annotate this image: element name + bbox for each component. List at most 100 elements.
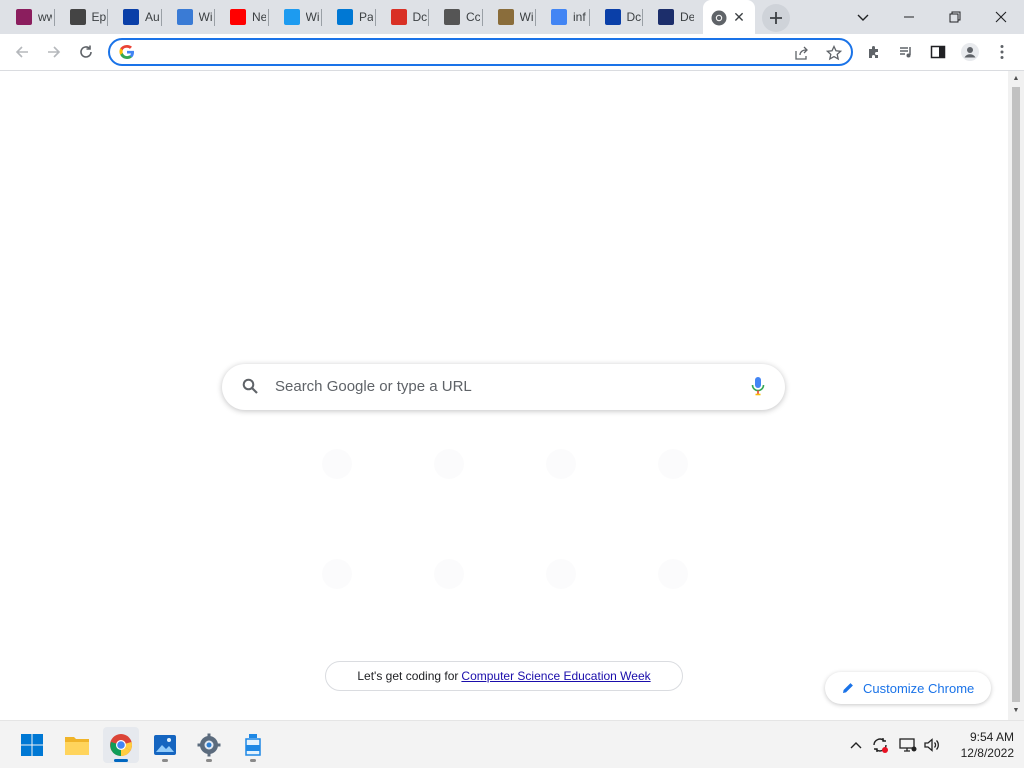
profile-avatar-icon[interactable] <box>956 38 984 66</box>
promo-banner: Let's get coding for Computer Science Ed… <box>325 661 683 691</box>
promo-link[interactable]: Computer Science Education Week <box>461 669 650 683</box>
tab-title: Dc <box>412 10 427 24</box>
forward-button[interactable] <box>40 38 68 66</box>
chrome-icon <box>110 734 132 756</box>
tab-1[interactable]: Ep <box>54 0 108 34</box>
chrome-menu-icon[interactable] <box>988 38 1016 66</box>
new-tab-page: Search Google or type a URL Let's get co… <box>0 71 1008 720</box>
settings-icon <box>197 733 221 757</box>
tab-separator <box>481 9 483 26</box>
tab-search-chevron-icon[interactable] <box>840 0 886 34</box>
running-indicator <box>114 759 128 762</box>
show-hidden-icons-chevron-icon[interactable] <box>846 733 866 757</box>
network-icon[interactable] <box>898 733 918 757</box>
s-logo-icon <box>123 9 139 25</box>
extensions-puzzle-icon[interactable] <box>860 38 888 66</box>
tab-separator <box>214 9 215 26</box>
tab-title: De <box>680 10 694 24</box>
running-indicator <box>250 759 256 762</box>
media-control-icon[interactable] <box>892 38 920 66</box>
tab-title: Wi <box>305 10 320 24</box>
running-indicator <box>206 759 212 762</box>
customize-chrome-button[interactable]: Customize Chrome <box>825 672 991 704</box>
tab-5[interactable]: Wi <box>268 0 322 34</box>
tab-6[interactable]: Pa <box>321 0 375 34</box>
tab-4[interactable]: Ne <box>214 0 268 34</box>
tab-separator <box>160 9 162 26</box>
shortcut-tile[interactable] <box>546 559 576 589</box>
tab-8[interactable]: Cc <box>428 0 482 34</box>
figure-icon <box>497 9 514 25</box>
reload-button[interactable] <box>72 38 100 66</box>
promo-text: Let's get coding for <box>357 669 459 683</box>
taskbar-app[interactable] <box>235 727 271 763</box>
twitter-icon <box>283 9 300 25</box>
new-tab-button[interactable] <box>762 4 790 32</box>
scrollbar-thumb[interactable] <box>1012 87 1020 702</box>
shortcut-tile[interactable] <box>434 449 464 479</box>
taskbar-photos[interactable] <box>147 727 183 763</box>
tab-title: Wi <box>519 10 534 24</box>
tab-separator <box>107 9 108 26</box>
google-icon <box>119 44 135 65</box>
taskbar-file-explorer[interactable] <box>59 727 95 763</box>
google-icon <box>551 9 567 25</box>
shortcut-tile[interactable] <box>546 449 576 479</box>
tab-new-tab-active[interactable]: ✕ <box>703 0 755 35</box>
ntp-search-box[interactable]: Search Google or type a URL <box>222 364 785 410</box>
controller-icon <box>444 9 460 25</box>
bookmark-star-icon[interactable] <box>824 43 844 63</box>
back-button[interactable] <box>8 38 36 66</box>
shortcut-tile[interactable] <box>322 449 352 479</box>
tab-9[interactable]: Wi <box>482 0 536 34</box>
minimize-button[interactable] <box>886 0 932 34</box>
close-tab-icon[interactable]: ✕ <box>731 9 747 25</box>
system-clock[interactable]: 9:54 AM 12/8/2022 <box>948 729 1014 761</box>
taskbar-settings[interactable] <box>191 727 227 763</box>
tab-11[interactable]: Dc <box>589 0 643 34</box>
photos-icon <box>154 735 176 755</box>
shortcut-tile[interactable] <box>322 559 352 589</box>
windows-icon <box>337 9 353 25</box>
tab-title: Dc <box>626 10 641 24</box>
customize-chrome-label: Customize Chrome <box>863 680 975 696</box>
taskbar-chrome[interactable] <box>103 727 139 763</box>
tab-title: Cc <box>466 10 480 24</box>
close-window-button[interactable] <box>978 0 1024 34</box>
sync-alert-icon[interactable] <box>870 733 890 757</box>
vertical-scrollbar[interactable]: ▲ ▼ <box>1008 71 1024 720</box>
tab-3[interactable]: Wi <box>161 0 215 34</box>
tab-separator <box>321 9 322 26</box>
file-explorer-icon <box>65 737 89 755</box>
volume-icon[interactable] <box>922 733 942 757</box>
side-panel-icon[interactable] <box>924 38 952 66</box>
tab-separator <box>267 9 269 26</box>
address-input[interactable] <box>144 42 774 62</box>
search-placeholder: Search Google or type a URL <box>275 378 472 395</box>
clock-date: 12/8/2022 <box>960 746 1014 760</box>
search-icon <box>242 378 259 400</box>
scroll-up-arrow-icon[interactable]: ▲ <box>1012 75 1020 83</box>
tab-separator <box>588 9 590 26</box>
share-icon[interactable] <box>792 43 812 63</box>
restore-button[interactable] <box>932 0 978 34</box>
shortcut-tile[interactable] <box>434 559 464 589</box>
start-icon <box>21 734 43 756</box>
tab-2[interactable]: Au <box>107 0 161 34</box>
epic-icon <box>69 9 86 25</box>
start-button[interactable] <box>14 727 50 763</box>
shortcut-tile[interactable] <box>658 449 688 479</box>
voice-search-mic-icon[interactable] <box>751 376 765 401</box>
tab-separator <box>535 9 536 26</box>
browser-toolbar <box>0 34 1024 71</box>
tab-10[interactable]: inf <box>535 0 589 34</box>
shortcut-tile[interactable] <box>658 559 688 589</box>
app-icon <box>245 734 261 756</box>
tab-0[interactable]: ww <box>0 0 54 34</box>
omnibox[interactable] <box>108 38 853 66</box>
wordwall-icon <box>16 9 32 25</box>
tab-title: Au <box>145 10 159 24</box>
tab-7[interactable]: Dc <box>375 0 429 34</box>
tab-12[interactable]: De <box>642 0 696 34</box>
scroll-down-arrow-icon[interactable]: ▼ <box>1012 707 1020 715</box>
